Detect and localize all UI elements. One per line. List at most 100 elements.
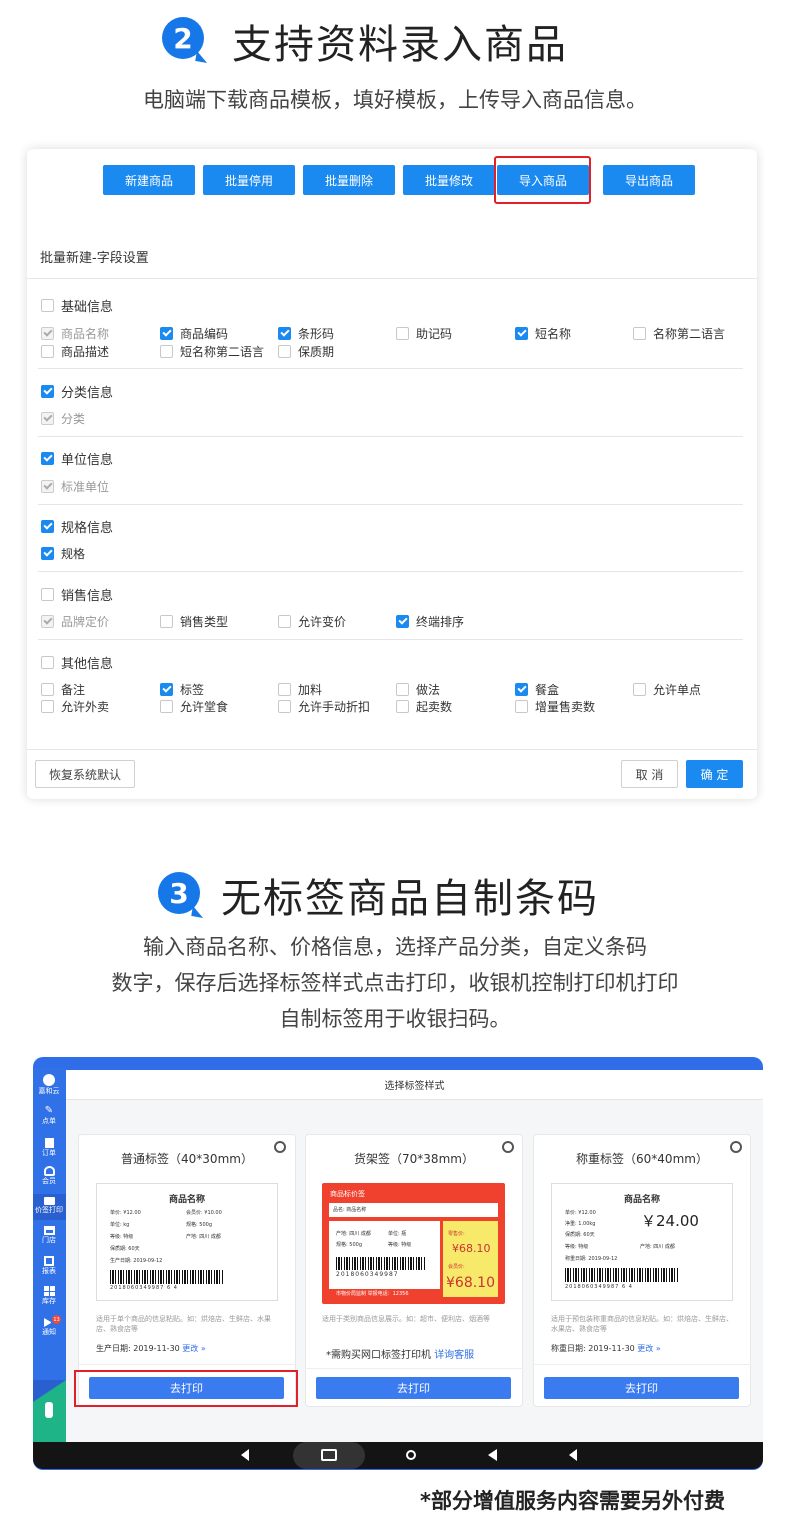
other-info-checkbox[interactable] (41, 656, 54, 669)
product-code-checkbox[interactable] (160, 327, 173, 340)
print-button[interactable]: 去打印 (544, 1377, 739, 1399)
spec-label: 规格 (61, 547, 86, 561)
volume-up-icon[interactable] (569, 1449, 577, 1461)
sidebar-item-order[interactable]: ✎ 点单 (33, 1106, 65, 1126)
screenshot-icon[interactable] (321, 1449, 337, 1461)
restore-default-button[interactable]: 恢复系统默认 (35, 760, 135, 788)
store-icon (43, 1226, 55, 1235)
new-product-button[interactable]: 新建商品 (103, 165, 195, 195)
member-price: ¥68.10 (446, 1275, 495, 1291)
import-product-button[interactable]: 导入商品 (497, 165, 589, 195)
unit-info-checkbox[interactable] (41, 452, 54, 465)
weighing-price: ￥24.00 (641, 1212, 699, 1230)
barcode-number: 2018060349987 (336, 1271, 399, 1278)
category-checkbox (41, 412, 54, 425)
tag-name-line: 品名: 商品名称 (333, 1207, 367, 1213)
add-ons-checkbox[interactable] (278, 683, 291, 696)
allow-takeout-checkbox[interactable] (41, 700, 54, 713)
mnemonic-checkbox[interactable] (396, 327, 409, 340)
remark-checkbox[interactable] (41, 683, 54, 696)
short-name-checkbox[interactable] (515, 327, 528, 340)
sidebar-item-inventory[interactable]: 库存 (33, 1286, 65, 1306)
label-field: 保质期: 60天 (565, 1232, 595, 1238)
allow-dine-in-checkbox[interactable] (160, 700, 173, 713)
cancel-button[interactable]: 取 消 (621, 760, 678, 788)
terminal-sort-checkbox[interactable] (396, 615, 409, 628)
allow-manual-discount-checkbox[interactable] (278, 700, 291, 713)
tag-checkbox[interactable] (160, 683, 173, 696)
home-icon[interactable] (406, 1450, 416, 1460)
brand-price-label: 品牌定价 (61, 615, 110, 629)
screen-title: 选择标签样式 (66, 1070, 763, 1100)
boxes-icon (43, 1286, 55, 1296)
panel-title: 批量新建-字段设置 (40, 251, 149, 266)
members-icon (43, 1166, 55, 1176)
tag-label: 标签 (180, 683, 205, 697)
allow-single-order-label: 允许单点 (653, 683, 702, 697)
label-field: 单价: ¥12.00 (565, 1210, 596, 1216)
product-name-checkbox (41, 327, 54, 340)
mnemonic-label: 助记码 (416, 327, 453, 341)
tag-field: 等级: 特级 (388, 1242, 412, 1248)
sidebar-item-store[interactable]: 门店 (33, 1226, 65, 1245)
basic-info-checkbox[interactable] (41, 299, 54, 312)
print-button[interactable]: 去打印 (89, 1377, 284, 1399)
incremental-sale-checkbox[interactable] (515, 700, 528, 713)
spec-info-label: 规格信息 (61, 521, 114, 536)
section2-title: 支持资料录入商品 (232, 22, 568, 68)
standard-unit-checkbox (41, 480, 54, 493)
card-description: 适用于类别商品信息展示。如：超市、便利店、烟酒等 (322, 1315, 490, 1323)
printer-icon (44, 1197, 55, 1205)
printer-note: *需购买网口标签打印机 详询客服 (326, 1346, 474, 1361)
spec-info-checkbox[interactable] (41, 520, 54, 533)
back-icon[interactable] (488, 1449, 497, 1461)
volume-down-icon[interactable] (241, 1449, 249, 1461)
document-icon (44, 1138, 54, 1148)
spec-checkbox[interactable] (41, 547, 54, 560)
sidebar-item-reports[interactable]: 报表 (33, 1256, 65, 1276)
name-second-lang-checkbox[interactable] (633, 327, 646, 340)
printer-note-text: *需购买网口标签打印机 (326, 1350, 431, 1361)
barcode-label: 条形码 (298, 327, 335, 341)
sales-type-checkbox[interactable] (160, 615, 173, 628)
change-date-link[interactable]: 更改 » (637, 1344, 660, 1353)
label-field: 保质期: 60天 (110, 1246, 140, 1252)
barcode-checkbox[interactable] (278, 327, 291, 340)
android-nav-bar (33, 1442, 763, 1469)
confirm-button[interactable]: 确 定 (686, 760, 743, 788)
sales-info-label: 销售信息 (61, 589, 114, 604)
min-sale-qty-checkbox[interactable] (396, 700, 409, 713)
short-name-second-lang-checkbox[interactable] (160, 345, 173, 358)
allow-dine-in-label: 允许堂食 (180, 700, 229, 714)
unit-info-label: 单位信息 (61, 453, 114, 468)
sidebar-item-price-tag-print[interactable]: 价签打印 (33, 1194, 66, 1220)
sidebar-label: 嘉和云 (38, 1087, 60, 1095)
batch-disable-button[interactable]: 批量停用 (203, 165, 295, 195)
allow-price-change-checkbox[interactable] (278, 615, 291, 628)
export-product-button[interactable]: 导出商品 (603, 165, 695, 195)
shelf-life-checkbox[interactable] (278, 345, 291, 358)
pen-icon: ✎ (44, 1105, 54, 1116)
sidebar-item-members[interactable]: 会员 (33, 1166, 65, 1186)
incremental-sale-label: 增量售卖数 (535, 700, 596, 714)
sidebar-item-orders[interactable]: 订单 (33, 1138, 65, 1158)
category-info-checkbox[interactable] (41, 385, 54, 398)
short-name-label: 短名称 (535, 327, 572, 341)
label-field: 单位: kg (110, 1222, 130, 1228)
method-checkbox[interactable] (396, 683, 409, 696)
print-button[interactable]: 去打印 (316, 1377, 511, 1399)
batch-edit-button[interactable]: 批量修改 (403, 165, 495, 195)
product-code-label: 商品编码 (180, 327, 229, 341)
change-date-link[interactable]: 更改 » (182, 1344, 205, 1353)
footnote: *部分增值服务内容需要另外付费 (420, 1489, 725, 1513)
lunchbox-checkbox[interactable] (515, 683, 528, 696)
sales-info-checkbox[interactable] (41, 588, 54, 601)
allow-single-order-checkbox[interactable] (633, 683, 646, 696)
divider (533, 1364, 751, 1365)
batch-delete-button[interactable]: 批量删除 (303, 165, 395, 195)
tag-header: 商品标价签 (330, 1190, 365, 1198)
user-icon[interactable] (45, 1402, 53, 1418)
product-desc-checkbox[interactable] (41, 345, 54, 358)
contact-support-link[interactable]: 详询客服 (434, 1350, 474, 1361)
barcode-number: 2018060349987 6 4 (110, 1285, 178, 1291)
